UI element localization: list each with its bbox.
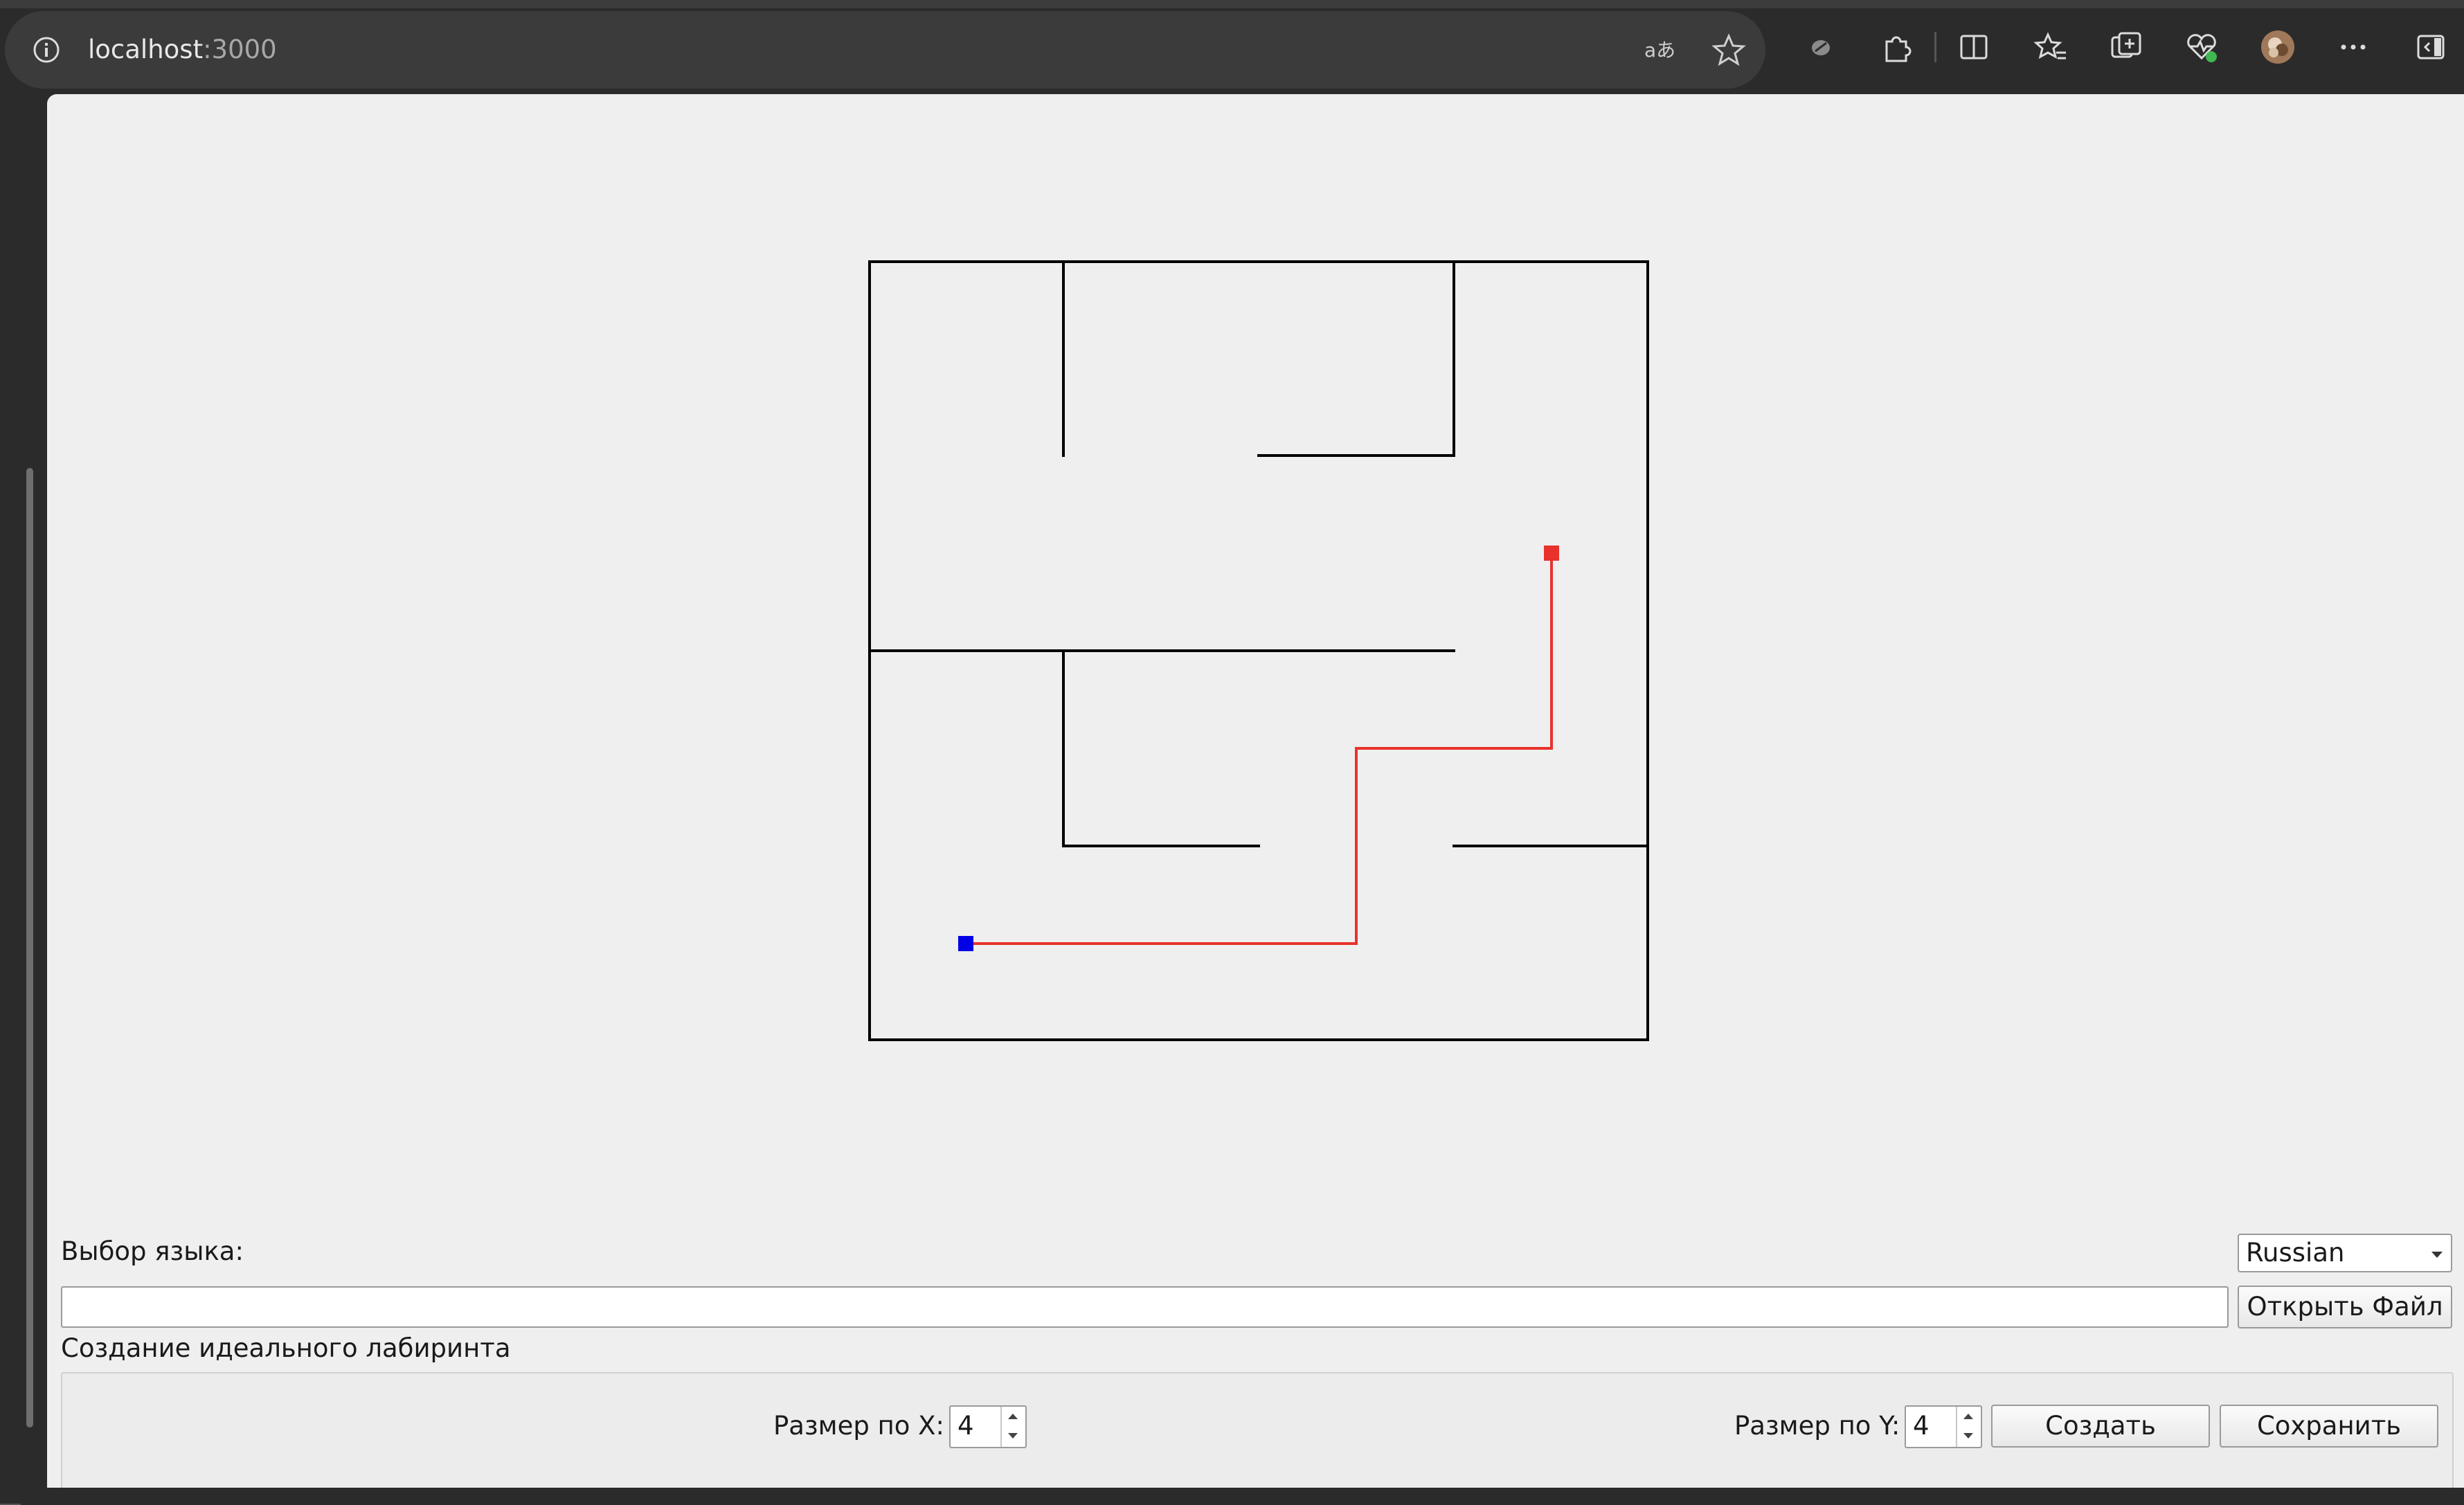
page-viewport: Выбор языка: Russian Открыть Файл Создан…: [47, 94, 2464, 1488]
favorites-icon[interactable]: [2031, 28, 2070, 66]
url-port: :3000: [203, 35, 277, 64]
maze-canvas: [868, 260, 1649, 1041]
scrollbar[interactable]: [26, 468, 33, 1427]
language-label: Выбор языка:: [61, 1236, 244, 1266]
favorite-star-icon[interactable]: [1709, 30, 1748, 69]
spin-up-icon[interactable]: [1963, 1414, 1973, 1419]
generator-group-title: Создание идеального лабиринта: [61, 1333, 511, 1363]
save-button[interactable]: Сохранить: [2220, 1405, 2438, 1448]
browser-essentials-icon[interactable]: [2182, 28, 2221, 66]
solution-path: [966, 553, 1553, 945]
chevron-down-icon: [2431, 1252, 2443, 1258]
start-point: [958, 936, 973, 951]
language-select-value: Russian: [2246, 1238, 2345, 1268]
size-x-spinbox[interactable]: 4: [949, 1405, 1027, 1448]
open-file-button[interactable]: Открыть Файл: [2238, 1286, 2452, 1328]
maze-walls: [868, 260, 1649, 1041]
size-y-spinbox[interactable]: 4: [1905, 1405, 1982, 1448]
url-host: localhost: [88, 35, 204, 64]
size-x-value: 4: [957, 1411, 974, 1441]
collections-icon[interactable]: [2107, 28, 2146, 66]
size-x-stepper[interactable]: [1000, 1407, 1025, 1447]
read-aloud-icon[interactable]: aあ: [1639, 30, 1678, 69]
more-menu-icon[interactable]: [2334, 28, 2373, 66]
size-y-value: 4: [1913, 1411, 1930, 1441]
browser-toolbar: localhost:3000 aあ: [0, 0, 2464, 94]
url-text[interactable]: localhost:3000: [88, 29, 277, 71]
sidebar-toggle-icon[interactable]: [2411, 28, 2450, 66]
split-screen-icon[interactable]: [1954, 28, 1993, 66]
size-x-label: Размер по X:: [773, 1411, 944, 1441]
language-select[interactable]: Russian: [2238, 1234, 2452, 1272]
spin-up-icon[interactable]: [1008, 1414, 1018, 1419]
size-y-label: Размер по Y:: [1734, 1411, 1900, 1441]
profile-avatar[interactable]: [2258, 28, 2297, 66]
info-icon[interactable]: [31, 35, 62, 65]
extensions-puzzle-icon[interactable]: [1877, 28, 1916, 66]
size-y-stepper[interactable]: [1956, 1407, 1981, 1447]
toolbar-divider: [1916, 28, 1936, 66]
spin-down-icon[interactable]: [1963, 1433, 1973, 1439]
create-button[interactable]: Создать: [1991, 1405, 2210, 1448]
extension-blob-icon[interactable]: [1801, 28, 1840, 66]
address-bar[interactable]: localhost:3000 aあ: [5, 11, 1765, 89]
end-point: [1544, 546, 1559, 561]
window-left-edge: [0, 94, 47, 1505]
spin-down-icon[interactable]: [1008, 1433, 1018, 1439]
tab-strip: [0, 0, 2464, 8]
svg-text:aあ: aあ: [1644, 39, 1675, 62]
file-path-input[interactable]: [61, 1286, 2229, 1328]
